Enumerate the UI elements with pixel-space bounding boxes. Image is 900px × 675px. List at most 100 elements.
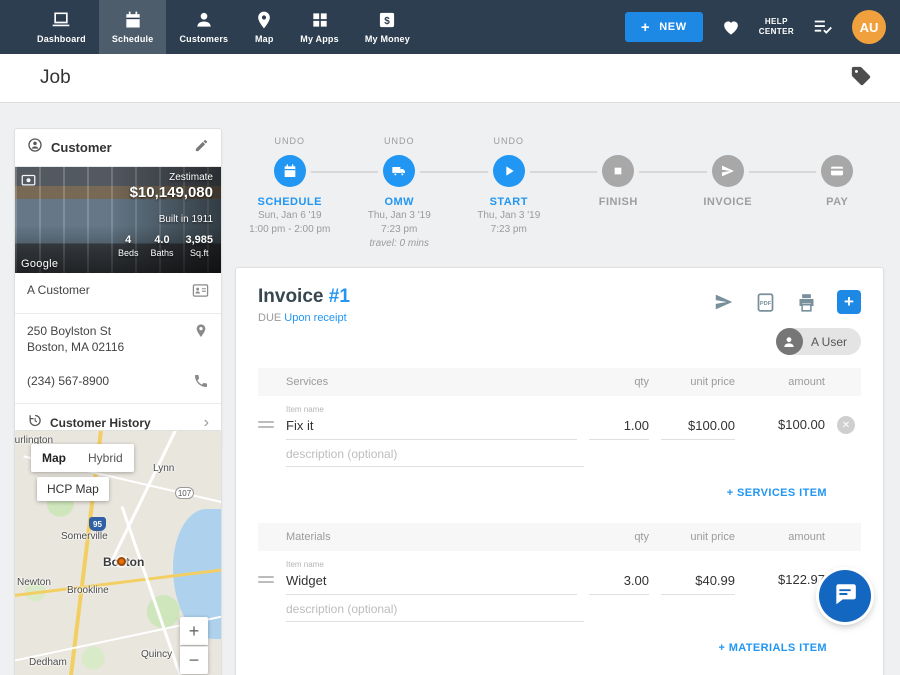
step-finish: FINISH [564,136,674,250]
chat-bubble-button[interactable] [819,570,871,622]
amount-column-header: amount [747,531,825,543]
step-label: PAY [783,196,893,208]
invoice-card: Invoice #1 DUE Upon receipt PDF + A User [235,267,884,675]
new-button[interactable]: + NEW [625,12,703,42]
page-title: Job [40,67,71,89]
step-date: Thu, Jan 3 '19 [345,209,455,222]
zestimate-block: Zestimate $10,149,080 Built in 1911 [130,172,213,225]
pay-step-icon[interactable] [821,155,853,187]
help-center-link[interactable]: HELP CENTER [759,17,794,37]
nav-map[interactable]: Map [241,0,287,54]
step-schedule: UNDO SCHEDULE Sun, Jan 6 '19 1:00 pm - 2… [235,136,345,250]
print-icon[interactable] [796,292,817,313]
pdf-icon[interactable]: PDF [755,292,776,313]
customer-address: 250 Boylston St Boston, MA 02116 [27,323,124,355]
service-description-input[interactable] [286,444,584,467]
step-date: Sun, Jan 6 '19 [235,209,345,222]
undo-start-button[interactable]: UNDO [454,136,564,150]
services-section-header: Services qty unit price amount [258,368,861,396]
help-center-line1: HELP [759,17,794,27]
nav-label: Schedule [112,34,154,44]
top-navigation: Dashboard Schedule Customers Map My Apps… [0,0,900,54]
due-value-link[interactable]: Upon receipt [284,312,346,324]
add-materials-item-link[interactable]: + MATERIALS ITEM [258,642,861,654]
omw-step-icon[interactable] [383,155,415,187]
main-nav: Dashboard Schedule Customers Map My Apps… [0,0,423,54]
hcp-map-button[interactable]: HCP Map [37,477,109,501]
nav-schedule[interactable]: Schedule [99,0,167,54]
step-travel: travel: 0 mins [345,237,455,250]
material-unit-price-input[interactable] [661,569,735,595]
money-icon: $ [377,10,397,30]
customer-history-label: Customer History [50,416,196,430]
checklist-icon[interactable] [812,16,834,38]
edit-customer-icon[interactable] [194,138,209,158]
undo-omw-button[interactable]: UNDO [345,136,455,150]
nav-customers[interactable]: Customers [166,0,241,54]
drag-handle-icon[interactable] [258,418,274,428]
map-label-newton: Newton [17,577,51,588]
beds-label: Beds [118,248,139,258]
send-icon[interactable] [713,291,735,313]
street-view-icon [21,173,36,193]
invoice-number[interactable]: #1 [329,286,350,307]
service-item-row: Item name $100.00 ✕ [258,405,861,440]
material-qty-input[interactable] [589,569,649,595]
undo-spacer [673,136,783,150]
nav-dashboard[interactable]: Dashboard [24,0,99,54]
hybrid-view-button[interactable]: Hybrid [77,444,134,472]
add-invoice-item-button[interactable]: + [837,290,861,314]
baths-label: Baths [150,248,173,258]
nav-my-apps[interactable]: My Apps [287,0,352,54]
nav-my-money[interactable]: $ My Money [352,0,423,54]
user-avatar[interactable]: AU [852,10,886,44]
step-label: FINISH [564,196,674,208]
schedule-step-icon[interactable] [274,155,306,187]
drag-handle-icon[interactable] [258,573,274,583]
service-unit-price-input[interactable] [661,414,735,440]
property-photo[interactable]: Zestimate $10,149,080 Built in 1911 4Bed… [15,167,221,273]
phone-icon[interactable] [193,373,209,394]
invoice-step-icon[interactable] [712,155,744,187]
baths-value: 4.0 [150,234,173,246]
chat-icon [832,581,858,612]
new-button-label: NEW [659,21,686,33]
material-item-row: Item name $122.97 ✕ [258,560,861,595]
assigned-user-chip[interactable]: A User [776,328,861,355]
job-tags-icon[interactable] [850,65,872,92]
material-item-name-input[interactable] [286,569,577,595]
job-location-marker[interactable] [117,557,126,566]
heart-icon[interactable] [721,17,741,37]
google-watermark: Google [21,258,58,270]
contact-card-icon[interactable] [192,282,209,304]
nav-label: My Apps [300,34,339,44]
zoom-in-button[interactable]: + [180,617,208,645]
map-view-button[interactable]: Map [31,444,77,472]
zestimate-value: $10,149,080 [130,184,213,201]
location-pin-icon[interactable] [193,323,209,344]
customer-icon [27,137,43,158]
add-services-item-link[interactable]: + SERVICES ITEM [258,487,861,499]
map-label-lynn: Lynn [153,463,174,474]
route-shield-107: 107 [175,487,194,499]
job-progress-stepper: UNDO SCHEDULE Sun, Jan 6 '19 1:00 pm - 2… [235,136,892,262]
zoom-out-button[interactable]: − [180,646,208,674]
service-amount: $100.00 [747,417,825,440]
amount-column-header: amount [747,376,825,388]
qty-column-header: qty [589,531,649,543]
materials-section-header: Materials qty unit price amount [258,523,861,551]
finish-step-icon[interactable] [602,155,634,187]
zestimate-label: Zestimate [130,172,213,183]
remove-service-item-icon[interactable]: ✕ [837,416,855,434]
assigned-user-avatar [776,328,803,355]
step-time: 7:23 pm [345,223,455,236]
customers-icon [194,10,214,30]
service-qty-input[interactable] [589,414,649,440]
service-item-name-input[interactable] [286,414,577,440]
material-description-input[interactable] [286,599,584,622]
start-step-icon[interactable] [493,155,525,187]
step-label: INVOICE [673,196,783,208]
map-label-brookline: Brookline [67,585,109,596]
undo-schedule-button[interactable]: UNDO [235,136,345,150]
page-header: Job [0,54,900,103]
